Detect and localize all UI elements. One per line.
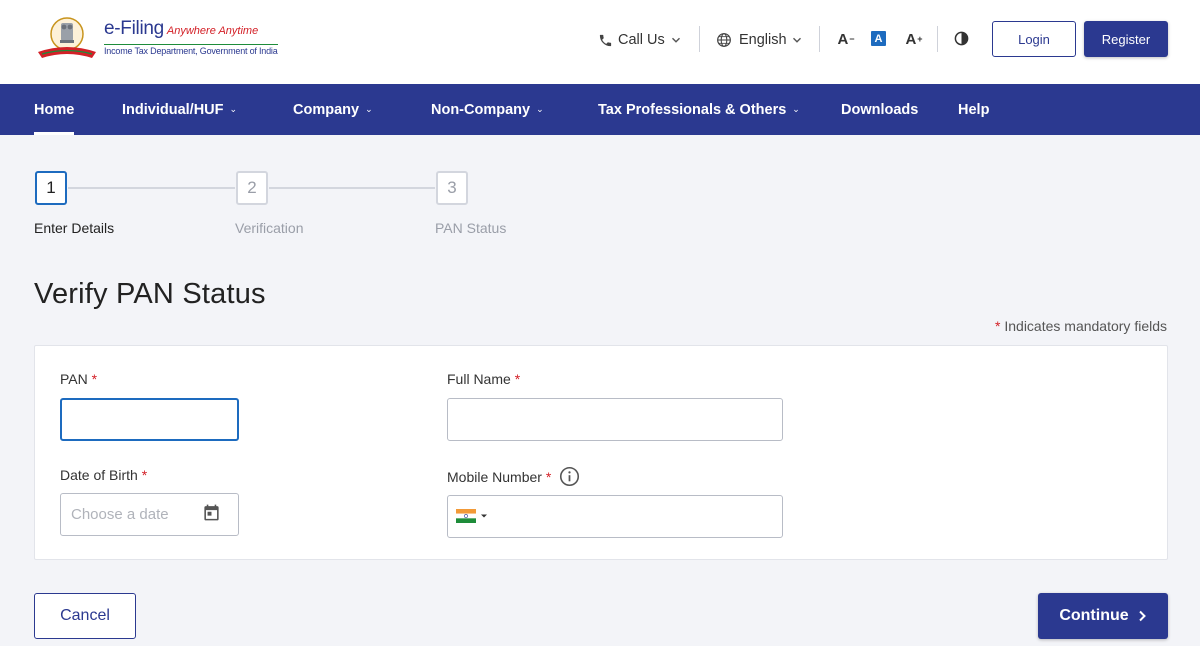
language-label: English [739,32,787,48]
required-asterisk: * [141,467,148,483]
step-connector [68,187,235,189]
step-connector [269,187,435,189]
step-3-label: PAN Status [435,220,507,236]
nav-item-non-company[interactable]: Non-Company ⌄ [431,84,544,135]
mobile-label: Mobile Number * [447,466,580,487]
mobile-number-input[interactable] [447,495,783,538]
language-dropdown[interactable]: English [716,30,802,50]
nav-label: Tax Professionals & Others [598,101,787,118]
header-divider [937,26,938,52]
font-default-button[interactable]: A [871,31,886,46]
nav-item-help[interactable]: Help [958,84,989,135]
efiling-logo[interactable]: e-Filing Anywhere Anytime Income Tax Depa… [34,14,278,62]
register-button[interactable]: Register [1084,21,1168,57]
chevron-down-icon [792,37,801,43]
chevron-right-icon [1138,610,1146,622]
continue-button[interactable]: Continue [1038,593,1168,639]
pan-input[interactable] [60,398,239,441]
nav-item-home[interactable]: Home [34,84,75,135]
mandatory-note: * Indicates mandatory fields [995,318,1167,334]
nav-label: Downloads [841,101,919,118]
verify-pan-form: PAN * Full Name * Date of Birth * Mobile… [34,345,1168,560]
nav-item-individual-huf[interactable]: Individual/HUF ⌄ [122,84,237,135]
full-name-input[interactable] [447,398,783,441]
step-2-label: Verification [235,220,304,236]
full-name-label: Full Name * [447,371,521,387]
brand-main: e-Filing [104,18,164,39]
nav-item-downloads[interactable]: Downloads [841,84,918,135]
nav-label: Non-Company [431,101,531,118]
chevron-down-icon [671,37,680,43]
nav-item-company[interactable]: Company ⌄ [293,84,373,135]
header-divider [699,26,700,52]
mandatory-note-text: Indicates mandatory fields [1004,318,1167,334]
brand-tagline: Anywhere Anytime [166,25,259,37]
login-button[interactable]: Login [992,21,1076,57]
india-flag-icon [456,509,476,523]
font-decrease-button[interactable]: A − [836,29,856,49]
top-header: e-Filing Anywhere Anytime Income Tax Depa… [0,0,1200,84]
emblem-logo-icon [38,17,96,58]
call-us-label: Call Us [618,32,665,48]
required-asterisk: * [91,371,98,387]
calendar-icon[interactable] [202,503,221,522]
step-1-label: Enter Details [34,220,115,236]
brand-title: e-Filing Anywhere Anytime [104,18,258,40]
font-increase-button[interactable]: A + [904,29,924,49]
chevron-down-icon: ⌄ [792,104,800,114]
call-us-dropdown[interactable]: Call Us [598,30,681,50]
header-divider [819,26,820,52]
nav-label: Individual/HUF [122,101,224,118]
chevron-down-icon: ⌄ [536,104,544,114]
chevron-down-icon: ⌄ [365,104,373,114]
step-2-indicator: 2 [236,171,268,205]
phone-icon [599,34,612,46]
dob-label: Date of Birth * [60,467,148,483]
brand-subtitle: Income Tax Department, Government of Ind… [104,44,278,56]
step-1-indicator: 1 [35,171,67,205]
caret-down-icon [481,514,487,518]
country-code-selector[interactable] [456,509,488,523]
nav-label: Company [293,101,360,118]
nav-label: Help [958,101,990,118]
globe-icon [717,33,731,47]
main-nav: Home Individual/HUF ⌄ Company ⌄ Non-Compan… [0,84,1200,135]
info-icon[interactable] [559,466,580,487]
continue-label: Continue [1059,607,1129,624]
cancel-button[interactable]: Cancel [34,593,136,639]
nav-item-tax-professionals[interactable]: Tax Professionals & Others ⌄ [598,84,800,135]
page-title: Verify PAN Status [34,278,266,310]
nav-label: Home [34,101,75,118]
chevron-down-icon: ⌄ [229,104,238,114]
required-asterisk: * [545,468,552,485]
required-asterisk: * [514,371,521,387]
required-asterisk: * [995,318,1001,334]
step-3-indicator: 3 [436,171,468,205]
pan-label: PAN * [60,371,98,387]
contrast-icon[interactable] [954,31,969,46]
